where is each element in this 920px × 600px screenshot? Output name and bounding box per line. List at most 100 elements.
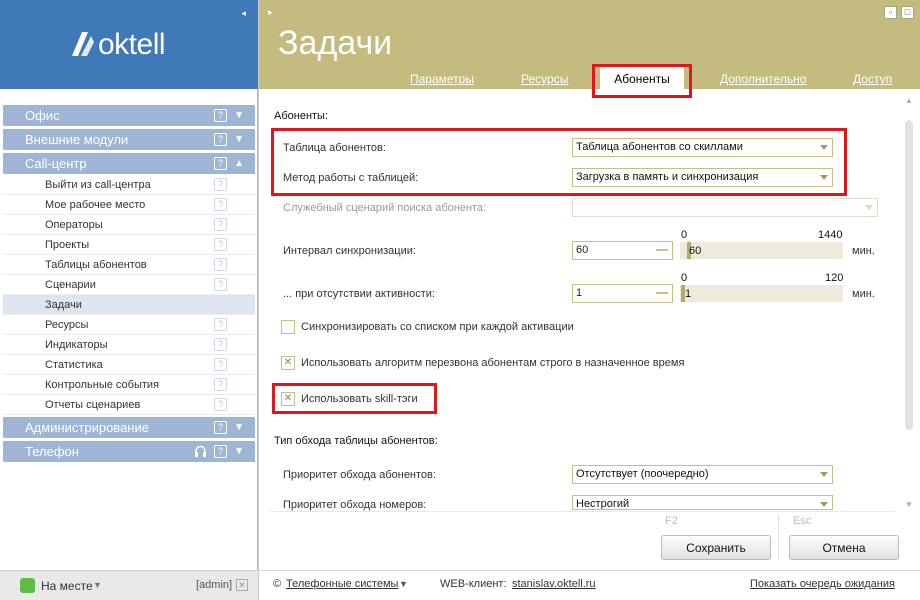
sidebar-item-label: Отчеты сценариев [45, 399, 141, 411]
sync-slider-track[interactable] [680, 242, 843, 259]
inactive-slider-value: 1 [685, 288, 692, 300]
sidebar-item-workplace[interactable]: Мое рабочее место? [3, 195, 255, 215]
chevron-down-icon[interactable]: ▼ [234, 446, 244, 457]
status-label[interactable]: На месте [41, 579, 93, 593]
help-icon[interactable]: ? [214, 238, 227, 251]
scroll-up-icon[interactable]: ▲ [905, 96, 913, 105]
search-script-select[interactable] [572, 198, 878, 217]
sidebar-item-label: Задачи [45, 299, 82, 311]
sync-slider-min: 0 [681, 229, 688, 241]
sidebar-item-scenario-reports[interactable]: Отчеты сценариев? [3, 395, 255, 415]
help-icon[interactable]: ? [214, 338, 227, 351]
help-icon[interactable]: ? [214, 157, 227, 170]
help-icon[interactable]: ? [214, 318, 227, 331]
sync-each-checkbox[interactable] [281, 320, 295, 334]
close-icon[interactable]: ✕ [236, 579, 248, 591]
sidebar-item-projects[interactable]: Проекты? [3, 235, 255, 255]
show-queue-link[interactable]: Показать очередь ожидания [750, 578, 895, 590]
help-icon[interactable]: ? [214, 421, 227, 434]
minimize-button[interactable]: ▫ [884, 6, 897, 19]
user-label: [admin] [196, 579, 233, 591]
sidebar-item-label: Статистика [45, 359, 103, 371]
nav-group-call-center[interactable]: Call-центр ? ▲ [3, 153, 255, 174]
numbers-label: Приоритет обхода номеров: [283, 499, 427, 511]
strict-redial-label[interactable]: Использовать алгоритм перезвона абонента… [301, 357, 684, 369]
help-icon[interactable]: ? [214, 258, 227, 271]
logo-text: oktell [98, 28, 166, 61]
sidebar-item-operators[interactable]: Операторы? [3, 215, 255, 235]
sidebar-item-tasks[interactable]: Задачи [3, 295, 255, 315]
status-bar: На месте ▼ [admin] ✕ [0, 570, 258, 600]
strict-redial-checkbox[interactable]: ✕ [281, 356, 295, 370]
help-icon[interactable]: ? [214, 198, 227, 211]
scroll-down-icon[interactable]: ▼ [905, 500, 913, 509]
sync-interval-spinner[interactable]: 60 [572, 241, 673, 260]
sync-interval-value: 60 [576, 244, 589, 256]
nav-group-administration[interactable]: Администрирование ? ▼ [3, 417, 255, 438]
help-icon[interactable]: ? [214, 133, 227, 146]
sidebar-item-statistics[interactable]: Статистика? [3, 355, 255, 375]
sidebar-item-subscriber-tables[interactable]: Таблицы абонентов? [3, 255, 255, 275]
sidebar-item-label: Индикаторы [45, 339, 108, 351]
sidebar-item-indicators[interactable]: Индикаторы? [3, 335, 255, 355]
headset-icon[interactable] [194, 445, 207, 458]
sidebar-item-exit-call-center[interactable]: Выйти из call-центра? [3, 175, 255, 195]
spinner-arrows-icon[interactable] [656, 292, 668, 296]
sidebar-item-scenarios[interactable]: Сценарии? [3, 275, 255, 295]
collapse-sidebar-button[interactable]: ◂ [241, 8, 246, 19]
copyright-mark: © [273, 578, 282, 590]
sidebar-item-label: Контрольные события [45, 379, 160, 391]
dropdown-arrow-icon [820, 472, 828, 477]
sidebar-item-label: Таблицы абонентов [45, 259, 147, 271]
scrollbar-thumb[interactable] [905, 120, 913, 430]
tab-resources[interactable]: Ресурсы [521, 72, 568, 86]
chevron-down-icon[interactable]: ▼ [93, 580, 102, 590]
nav-group-label: Call-центр [25, 156, 87, 171]
numbers-select[interactable]: Нестрогий [572, 495, 833, 510]
inactive-unit-label: мин. [852, 288, 875, 300]
dropdown-arrow-icon [820, 502, 828, 507]
web-client-label: WEB-клиент: [440, 578, 507, 590]
chevron-down-icon[interactable]: ▼ [234, 422, 244, 433]
help-icon[interactable]: ? [214, 445, 227, 458]
nav-group-office[interactable]: Офис ? ▼ [3, 105, 255, 126]
sync-each-label[interactable]: Синхронизировать со списком при каждой а… [301, 321, 574, 333]
help-icon[interactable]: ? [214, 109, 227, 122]
nav-group-phone[interactable]: Телефон ? ▼ [3, 441, 255, 462]
highlight-frame [271, 128, 847, 196]
nav-group-external-modules[interactable]: Внешние модули ? ▼ [3, 129, 255, 150]
maximize-button[interactable]: □ [901, 6, 914, 19]
nav-group-label: Администрирование [25, 420, 149, 435]
chevron-up-icon[interactable]: ▲ [234, 158, 244, 169]
tab-parameters[interactable]: Параметры [410, 72, 474, 86]
help-icon[interactable]: ? [214, 398, 227, 411]
help-icon[interactable]: ? [214, 358, 227, 371]
oktell-logo-icon [72, 32, 94, 56]
cancel-button[interactable]: Отмена [789, 535, 899, 560]
help-icon[interactable]: ? [214, 178, 227, 191]
priority-select-value: Отсутствует (поочередно) [576, 468, 709, 480]
inactive-slider-track[interactable] [680, 285, 843, 302]
priority-select[interactable]: Отсутствует (поочередно) [572, 465, 833, 484]
tab-additional[interactable]: Дополнительно [720, 72, 806, 86]
save-button[interactable]: Сохранить [661, 535, 771, 560]
sidebar-item-label: Операторы [45, 219, 103, 231]
web-client-link[interactable]: stanislav.oktell.ru [512, 578, 596, 590]
help-icon[interactable]: ? [214, 218, 227, 231]
expand-sidebar-icon[interactable]: ▸ [268, 7, 273, 18]
chevron-down-icon[interactable]: ▼ [234, 110, 244, 121]
sidebar-item-control-events[interactable]: Контрольные события? [3, 375, 255, 395]
chevron-down-icon[interactable]: ▼ [234, 134, 244, 145]
search-script-label: Служебный сценарий поиска абонента: [283, 202, 487, 214]
sync-unit-label: мин. [852, 245, 875, 257]
company-link[interactable]: Телефонные системы [286, 578, 398, 590]
sidebar-item-resources[interactable]: Ресурсы? [3, 315, 255, 335]
inactive-spinner[interactable]: 1 [572, 284, 673, 303]
spinner-arrows-icon[interactable] [656, 249, 668, 253]
tab-access[interactable]: Доступ [853, 72, 892, 86]
traverse-section-title: Тип обхода таблицы абонентов: [274, 435, 438, 447]
help-icon[interactable]: ? [214, 278, 227, 291]
chevron-down-icon[interactable]: ▼ [399, 579, 408, 589]
divider [778, 515, 779, 560]
help-icon[interactable]: ? [214, 378, 227, 391]
